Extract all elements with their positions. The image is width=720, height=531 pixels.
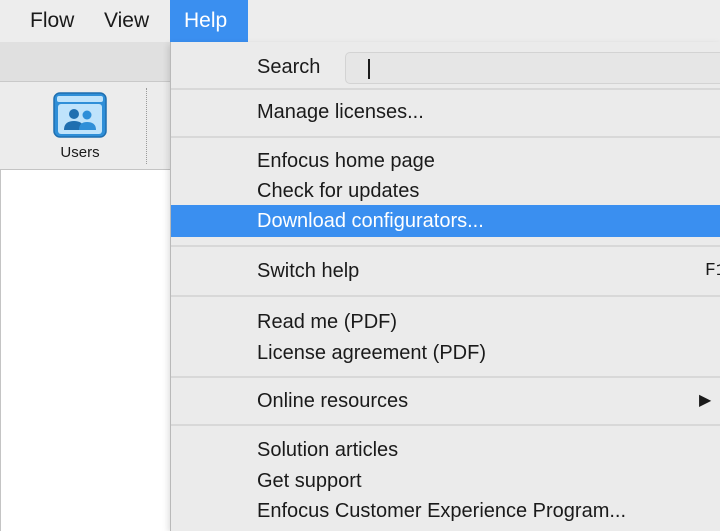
menu-view[interactable]: View: [90, 0, 163, 42]
help-menu: Search Manage licenses... Enfocus home p…: [170, 42, 720, 531]
menu-item-home-page[interactable]: Enfocus home page: [171, 145, 720, 177]
menu-separator: [171, 245, 720, 247]
menu-help[interactable]: Help: [170, 0, 248, 42]
switch-help-label: Switch help: [257, 260, 360, 282]
text-caret: [368, 59, 370, 79]
menu-separator: [171, 88, 720, 90]
menu-item-check-updates[interactable]: Check for updates: [171, 175, 720, 207]
menu-item-download-configurators[interactable]: Download configurators...: [171, 205, 720, 237]
toolbar-divider: [146, 88, 147, 164]
menu-search-row: Search: [171, 48, 720, 86]
menu-item-solution-articles[interactable]: Solution articles: [171, 434, 720, 466]
users-icon[interactable]: [53, 92, 107, 138]
menu-item-switch-help[interactable]: Switch help F1: [171, 255, 720, 287]
menu-separator: [171, 295, 720, 297]
users-label[interactable]: Users: [40, 144, 120, 161]
menu-item-online-resources[interactable]: Online resources ▶: [171, 385, 720, 417]
menu-separator: [171, 424, 720, 426]
menu-bar: Flow View Help: [0, 0, 720, 42]
online-resources-label: Online resources: [257, 390, 409, 412]
menu-item-get-support[interactable]: Get support: [171, 465, 720, 497]
search-input[interactable]: [345, 52, 720, 84]
chevron-right-icon: ▶: [699, 392, 712, 409]
menu-separator: [171, 136, 720, 138]
switch-help-shortcut: F1: [705, 261, 720, 281]
content-area: [0, 170, 170, 531]
menu-item-customer-experience[interactable]: Enfocus Customer Experience Program...: [171, 495, 720, 527]
menu-item-license-agreement[interactable]: License agreement (PDF): [171, 337, 720, 369]
menu-item-read-me[interactable]: Read me (PDF): [171, 306, 720, 338]
menu-separator: [171, 376, 720, 378]
menu-item-manage-licenses[interactable]: Manage licenses...: [171, 96, 720, 128]
search-label: Search: [257, 56, 321, 78]
menu-flow[interactable]: Flow: [16, 0, 88, 42]
